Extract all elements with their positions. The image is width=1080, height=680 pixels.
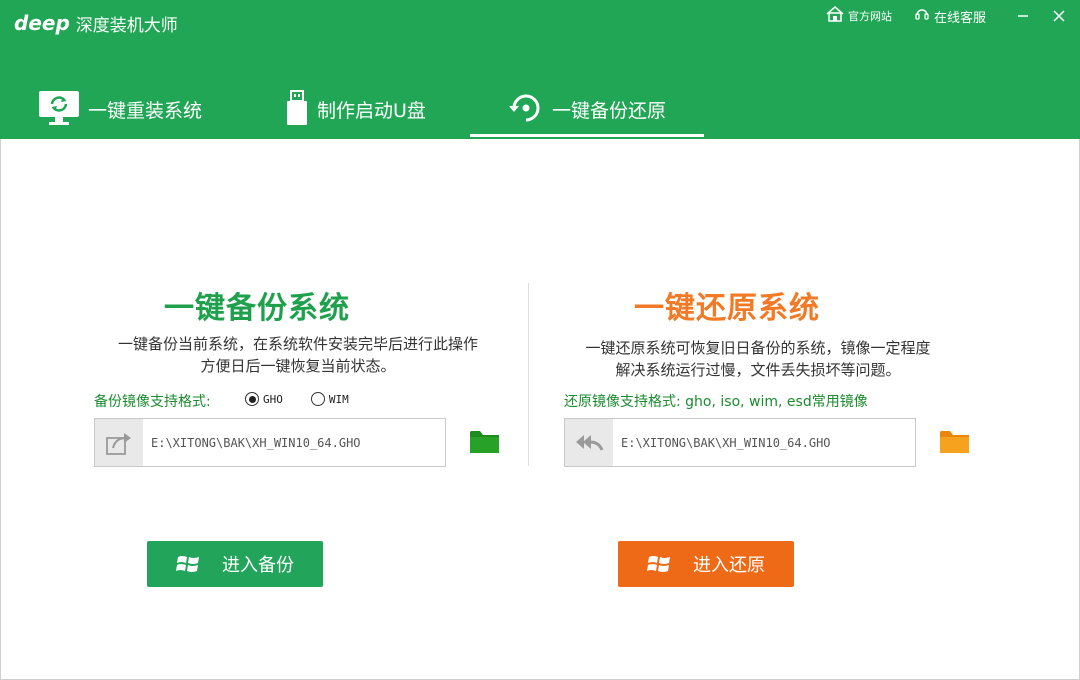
start-restore-label: 进入还原: [693, 555, 765, 576]
minimize-icon: [1018, 15, 1028, 17]
radio-wim[interactable]: [310, 392, 325, 406]
restore-title: 一键还原系统: [634, 291, 820, 326]
app-logo: deep: [14, 11, 70, 35]
backup-desc-line2: 方便日后一键恢复当前状态。: [200, 357, 396, 375]
restore-path-input[interactable]: [613, 420, 915, 465]
tab-reinstall-label: 一键重装系统: [88, 100, 203, 122]
usb-drive-icon: [285, 89, 309, 130]
restore-browse-button[interactable]: [939, 428, 970, 459]
share-arrow-icon: [95, 419, 143, 466]
tab-reinstall-system[interactable]: 一键重装系统: [38, 80, 202, 139]
house-icon: [826, 6, 844, 26]
backup-description: 一键备份当前系统，在系统软件安装完毕后进行此操作 方便日后一键恢复当前状态。: [88, 333, 508, 377]
backup-path-input[interactable]: [143, 420, 445, 465]
backup-title: 一键备份系统: [164, 291, 350, 326]
windows-icon: [647, 553, 671, 575]
column-divider: [528, 283, 529, 466]
start-backup-button[interactable]: 进入备份: [147, 541, 323, 587]
top-links: 官方网站 在线客服: [826, 4, 1080, 28]
online-support-label: 在线客服: [933, 10, 986, 26]
tab-usb-label: 制作启动U盘: [317, 100, 426, 122]
tab-backup-label: 一键备份还原: [552, 100, 667, 122]
official-site-link[interactable]: 官方网站: [826, 6, 892, 26]
backup-browse-button[interactable]: [469, 428, 500, 459]
format-option-wim-label: WIM: [328, 392, 349, 406]
tab-make-usb[interactable]: 制作启动U盘: [285, 80, 426, 139]
backup-restore-icon: [508, 90, 544, 130]
close-icon: [1053, 10, 1065, 22]
radio-gho[interactable]: [245, 392, 259, 406]
main-tabs: 一键重装系统 制作启动U盘 一键备份还原: [0, 80, 1080, 139]
restore-desc-line1: 一键还原系统可恢复旧日备份的系统，镜像一定程度: [585, 339, 931, 357]
online-support-link[interactable]: 在线客服: [914, 6, 986, 26]
format-option-gho-label: GHO: [263, 392, 283, 406]
backup-format-label: 备份镜像支持格式:: [94, 394, 211, 410]
green-folder-icon: [470, 431, 499, 453]
format-option-gho[interactable]: GHO: [245, 392, 283, 406]
restore-desc-line2: 解决系统运行过慢，文件丢失损坏等问题。: [615, 361, 901, 379]
title-bar: deep 深度装机大师 官方网站 在线客服 一键重装系统 制作启动U盘 一键备份…: [0, 0, 1080, 139]
app-brand: deep 深度装机大师: [14, 10, 178, 36]
start-restore-button[interactable]: 进入还原: [618, 541, 794, 587]
app-name: 深度装机大师: [75, 15, 178, 36]
windows-icon: [176, 553, 200, 575]
format-option-wim[interactable]: WIM: [310, 392, 349, 406]
headset-icon: [914, 6, 930, 26]
official-site-label: 官方网站: [847, 10, 892, 23]
restore-description: 一键还原系统可恢复旧日备份的系统，镜像一定程度 解决系统运行过慢，文件丢失损坏等…: [548, 337, 968, 381]
active-tab-indicator: [470, 134, 704, 137]
close-button[interactable]: [1044, 4, 1074, 28]
start-backup-label: 进入备份: [222, 555, 294, 576]
restore-path-box: [564, 418, 916, 467]
backup-format-options: GHO WIM: [245, 392, 377, 406]
backup-path-box: [94, 418, 446, 467]
backup-desc-line1: 一键备份当前系统，在系统软件安装完毕后进行此操作: [117, 335, 478, 353]
tab-backup-restore[interactable]: 一键备份还原: [508, 80, 666, 139]
reply-all-arrow-icon: [565, 419, 613, 466]
monitor-refresh-icon: [38, 90, 80, 130]
orange-folder-icon: [940, 431, 969, 453]
restore-format-label: 还原镜像支持格式: gho, iso, wim, esd常用镜像: [564, 394, 868, 410]
minimize-button[interactable]: [1008, 4, 1038, 28]
